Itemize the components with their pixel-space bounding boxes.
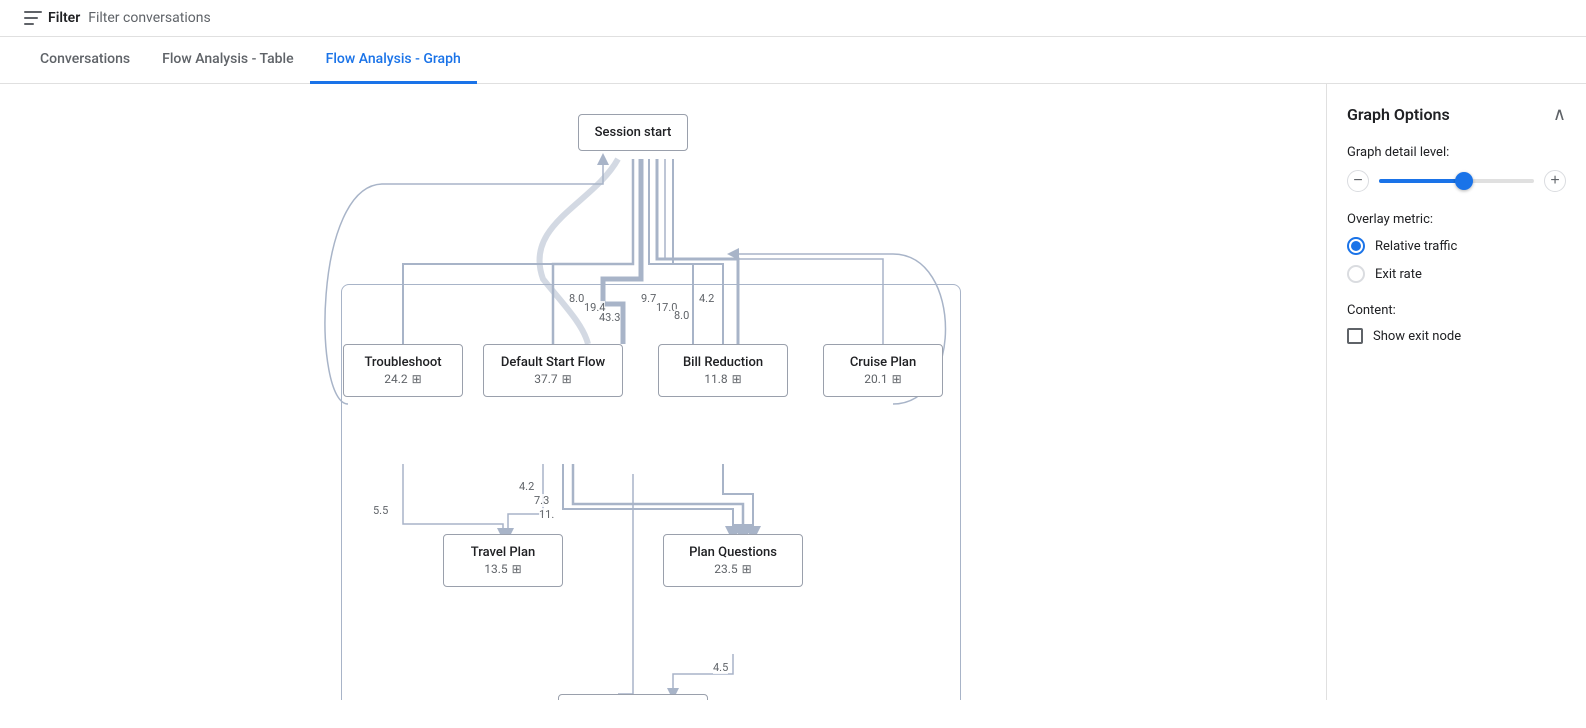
graph-svg — [323, 104, 1023, 700]
edge-label-73: 7.3 — [534, 494, 549, 507]
edge-label-42: 4.2 — [699, 292, 714, 305]
filter-conversations-text: Filter conversations — [88, 10, 210, 26]
tab-flow-graph[interactable]: Flow Analysis - Graph — [310, 37, 477, 84]
bill-reduction-value: 11.8 — [704, 372, 727, 386]
edge-label-11: 11. — [539, 508, 554, 521]
radio-exit-rate-circle — [1347, 265, 1365, 283]
node-default-start-flow[interactable]: Default Start Flow 37.7 ⊞ — [483, 344, 623, 397]
content-section: Content: Show exit node — [1347, 303, 1566, 344]
travel-plan-table-icon[interactable]: ⊞ — [512, 562, 522, 576]
filter-icon: Filter — [24, 10, 80, 26]
plan-questions-label: Plan Questions — [678, 545, 788, 560]
overlay-metric-label: Overlay metric: — [1347, 212, 1566, 227]
slider-track[interactable] — [1379, 179, 1534, 183]
plan-questions-value: 23.5 — [714, 562, 737, 576]
slider-increase-button[interactable]: + — [1544, 170, 1566, 192]
edge-label-55: 5.5 — [373, 504, 388, 517]
node-travel-plan[interactable]: Travel Plan 13.5 ⊞ — [443, 534, 563, 587]
content-label: Content: — [1347, 303, 1566, 318]
node-cruise-plan[interactable]: Cruise Plan 20.1 ⊞ — [823, 344, 943, 397]
filter-label: Filter — [48, 10, 80, 26]
cruise-plan-label: Cruise Plan — [838, 355, 928, 370]
default-start-value: 37.7 — [534, 372, 557, 386]
edge-label-45: 4.5 — [713, 661, 728, 674]
troubleshoot-table-icon[interactable]: ⊞ — [412, 372, 422, 386]
edge-label-42b: 4.2 — [519, 480, 534, 493]
tabs-bar: Conversations Flow Analysis - Table Flow… — [0, 37, 1586, 84]
node-troubleshoot[interactable]: Troubleshoot 24.2 ⊞ — [343, 344, 463, 397]
troubleshoot-label: Troubleshoot — [358, 355, 448, 370]
radio-relative-traffic-label: Relative traffic — [1375, 239, 1457, 254]
node-session-start[interactable]: Session start — [578, 114, 688, 151]
radio-exit-rate[interactable]: Exit rate — [1347, 265, 1566, 283]
travel-plan-value: 13.5 — [484, 562, 507, 576]
main-content: 8.0 19.4 43.3 9.7 17.0 4.2 8.0 5.5 4.2 7… — [0, 84, 1586, 700]
bill-reduction-label: Bill Reduction — [673, 355, 773, 370]
travel-plan-label: Travel Plan — [458, 545, 548, 560]
session-start-label: Session start — [593, 125, 673, 140]
detail-level-section: Graph detail level: − + — [1347, 145, 1566, 192]
troubleshoot-value: 24.2 — [384, 372, 407, 386]
top-bar: Filter Filter conversations — [0, 0, 1586, 37]
slider-row: − + — [1347, 170, 1566, 192]
options-panel: Graph Options ∧ Graph detail level: − + … — [1326, 84, 1586, 700]
default-start-table-icon[interactable]: ⊞ — [562, 372, 572, 386]
graph-area[interactable]: 8.0 19.4 43.3 9.7 17.0 4.2 8.0 5.5 4.2 7… — [0, 84, 1326, 700]
default-start-label: Default Start Flow — [498, 355, 608, 370]
radio-relative-traffic-circle — [1347, 237, 1365, 255]
tab-flow-table[interactable]: Flow Analysis - Table — [146, 37, 310, 84]
graph-container: 8.0 19.4 43.3 9.7 17.0 4.2 8.0 5.5 4.2 7… — [323, 104, 1003, 684]
show-exit-node-label: Show exit node — [1373, 329, 1461, 344]
slider-fill — [1379, 179, 1464, 183]
node-plan-questions[interactable]: Plan Questions 23.5 ⊞ — [663, 534, 803, 587]
edge-label-433: 43.3 — [599, 311, 620, 324]
radio-relative-traffic-inner — [1351, 241, 1361, 251]
bill-reduction-table-icon[interactable]: ⊞ — [732, 372, 742, 386]
node-speak-agent[interactable]: Speak to an Agent 19.7 ⊞ — [558, 694, 708, 700]
cruise-plan-value: 20.1 — [864, 372, 887, 386]
plan-questions-table-icon[interactable]: ⊞ — [742, 562, 752, 576]
options-title: Graph Options — [1347, 105, 1450, 124]
edge-label-8: 8.0 — [569, 292, 584, 305]
options-header: Graph Options ∧ — [1347, 104, 1566, 125]
detail-level-label: Graph detail level: — [1347, 145, 1566, 160]
show-exit-node-checkbox-box — [1347, 328, 1363, 344]
slider-decrease-button[interactable]: − — [1347, 170, 1369, 192]
radio-relative-traffic[interactable]: Relative traffic — [1347, 237, 1566, 255]
radio-exit-rate-label: Exit rate — [1375, 267, 1422, 282]
cruise-plan-table-icon[interactable]: ⊞ — [892, 372, 902, 386]
options-collapse-button[interactable]: ∧ — [1553, 104, 1566, 125]
node-bill-reduction[interactable]: Bill Reduction 11.8 ⊞ — [658, 344, 788, 397]
tab-conversations[interactable]: Conversations — [24, 37, 146, 84]
edge-label-80: 8.0 — [674, 309, 689, 322]
overlay-metric-section: Overlay metric: Relative traffic Exit ra… — [1347, 212, 1566, 283]
slider-thumb[interactable] — [1455, 172, 1473, 190]
overlay-metric-radio-group: Relative traffic Exit rate — [1347, 237, 1566, 283]
edge-label-97: 9.7 — [641, 292, 656, 305]
show-exit-node-checkbox[interactable]: Show exit node — [1347, 328, 1566, 344]
